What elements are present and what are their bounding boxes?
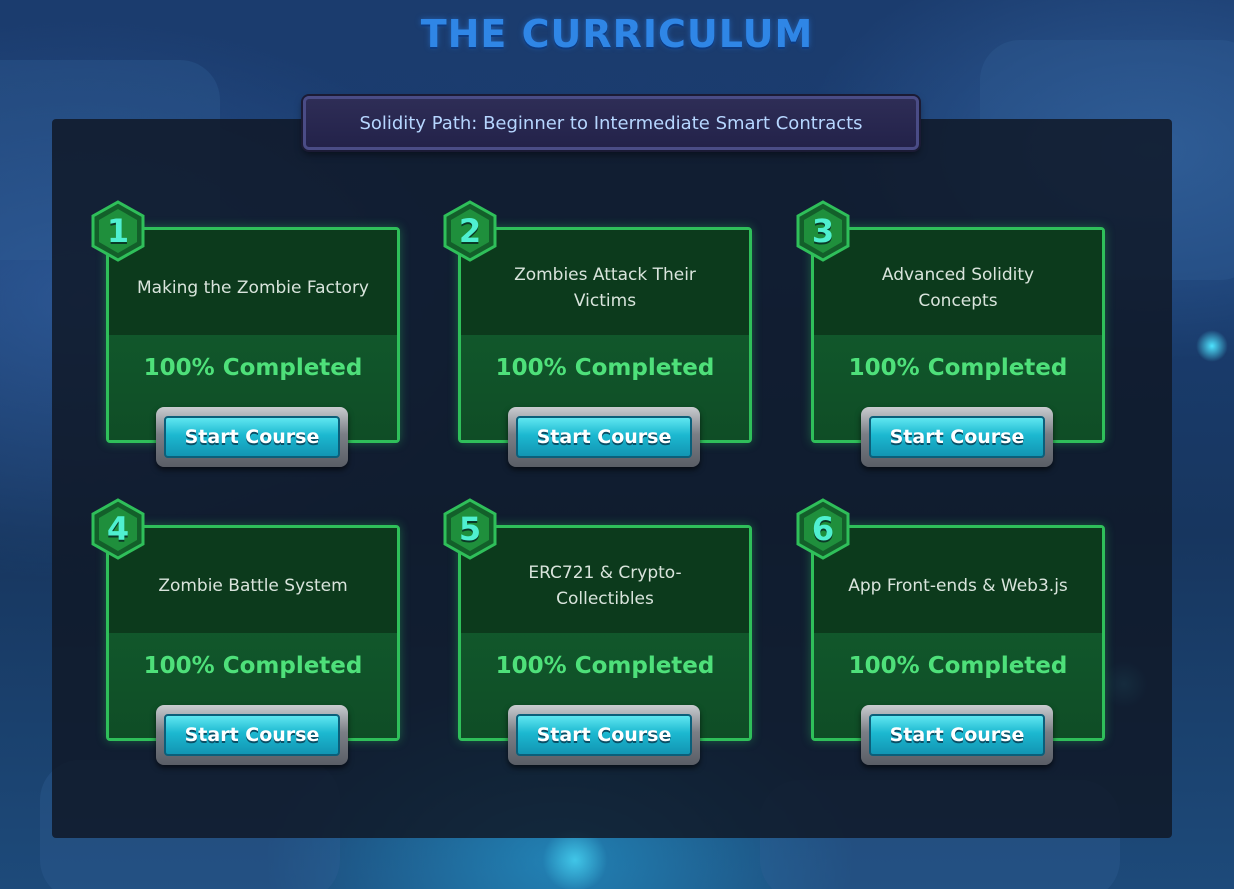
start-course-label[interactable]: Start Course	[185, 724, 320, 746]
start-course-label[interactable]: Start Course	[537, 724, 672, 746]
page-title: THE CURRICULUM	[420, 12, 814, 56]
course-number: 6	[811, 510, 835, 548]
course-card-header: Making the Zombie Factory	[109, 230, 397, 335]
hexagon-badge-icon: 3	[795, 200, 851, 262]
start-course-button[interactable]: Start Course	[156, 407, 348, 467]
start-course-button-face[interactable]: Start Course	[516, 714, 692, 756]
course-progress: 100% Completed	[143, 355, 363, 381]
course-title: Advanced Solidity Concepts	[881, 264, 1035, 311]
hexagon-badge-icon: 2	[442, 200, 498, 262]
start-course-button-face[interactable]: Start Course	[516, 416, 692, 458]
start-course-button-face[interactable]: Start Course	[164, 416, 340, 458]
course-progress: 100% Completed	[848, 355, 1068, 381]
start-course-button-face[interactable]: Start Course	[869, 714, 1045, 756]
start-course-button[interactable]: Start Course	[508, 705, 700, 765]
course-number: 4	[106, 510, 130, 548]
course-card-header: Advanced Solidity Concepts	[814, 230, 1102, 335]
course-progress: 100% Completed	[495, 355, 715, 381]
course-title: Zombies Attack Their Victims	[514, 264, 696, 311]
course-card-header: Zombies Attack Their Victims	[461, 230, 749, 335]
hexagon-badge-icon: 1	[90, 200, 146, 262]
path-label: Solidity Path: Beginner to Intermediate …	[359, 112, 863, 134]
course-progress: 100% Completed	[495, 653, 715, 679]
start-course-label[interactable]: Start Course	[890, 724, 1025, 746]
course-title: App Front-ends & Web3.js	[848, 575, 1068, 596]
course-title: Making the Zombie Factory	[136, 277, 369, 298]
course-card-header: App Front-ends & Web3.js	[814, 528, 1102, 633]
start-course-label[interactable]: Start Course	[537, 426, 672, 448]
start-course-button[interactable]: Start Course	[861, 407, 1053, 467]
start-course-button[interactable]: Start Course	[508, 407, 700, 467]
course-title: ERC721 & Crypto-Collectibles	[528, 562, 682, 609]
hexagon-badge-icon: 5	[442, 498, 498, 560]
course-card-header: Zombie Battle System	[109, 528, 397, 633]
course-number: 2	[458, 212, 482, 250]
start-course-label[interactable]: Start Course	[890, 426, 1025, 448]
start-course-label[interactable]: Start Course	[185, 426, 320, 448]
start-course-button[interactable]: Start Course	[861, 705, 1053, 765]
start-course-button[interactable]: Start Course	[156, 705, 348, 765]
course-progress: 100% Completed	[848, 653, 1068, 679]
start-course-button-face[interactable]: Start Course	[164, 714, 340, 756]
course-number: 5	[458, 510, 482, 548]
course-number: 3	[811, 212, 835, 250]
hexagon-badge-icon: 4	[90, 498, 146, 560]
hexagon-badge-icon: 6	[795, 498, 851, 560]
course-progress: 100% Completed	[143, 653, 363, 679]
start-course-button-face[interactable]: Start Course	[869, 416, 1045, 458]
course-card-header: ERC721 & Crypto-Collectibles	[461, 528, 749, 633]
path-banner: Solidity Path: Beginner to Intermediate …	[303, 96, 919, 150]
course-number: 1	[106, 212, 130, 250]
course-title: Zombie Battle System	[158, 575, 348, 596]
